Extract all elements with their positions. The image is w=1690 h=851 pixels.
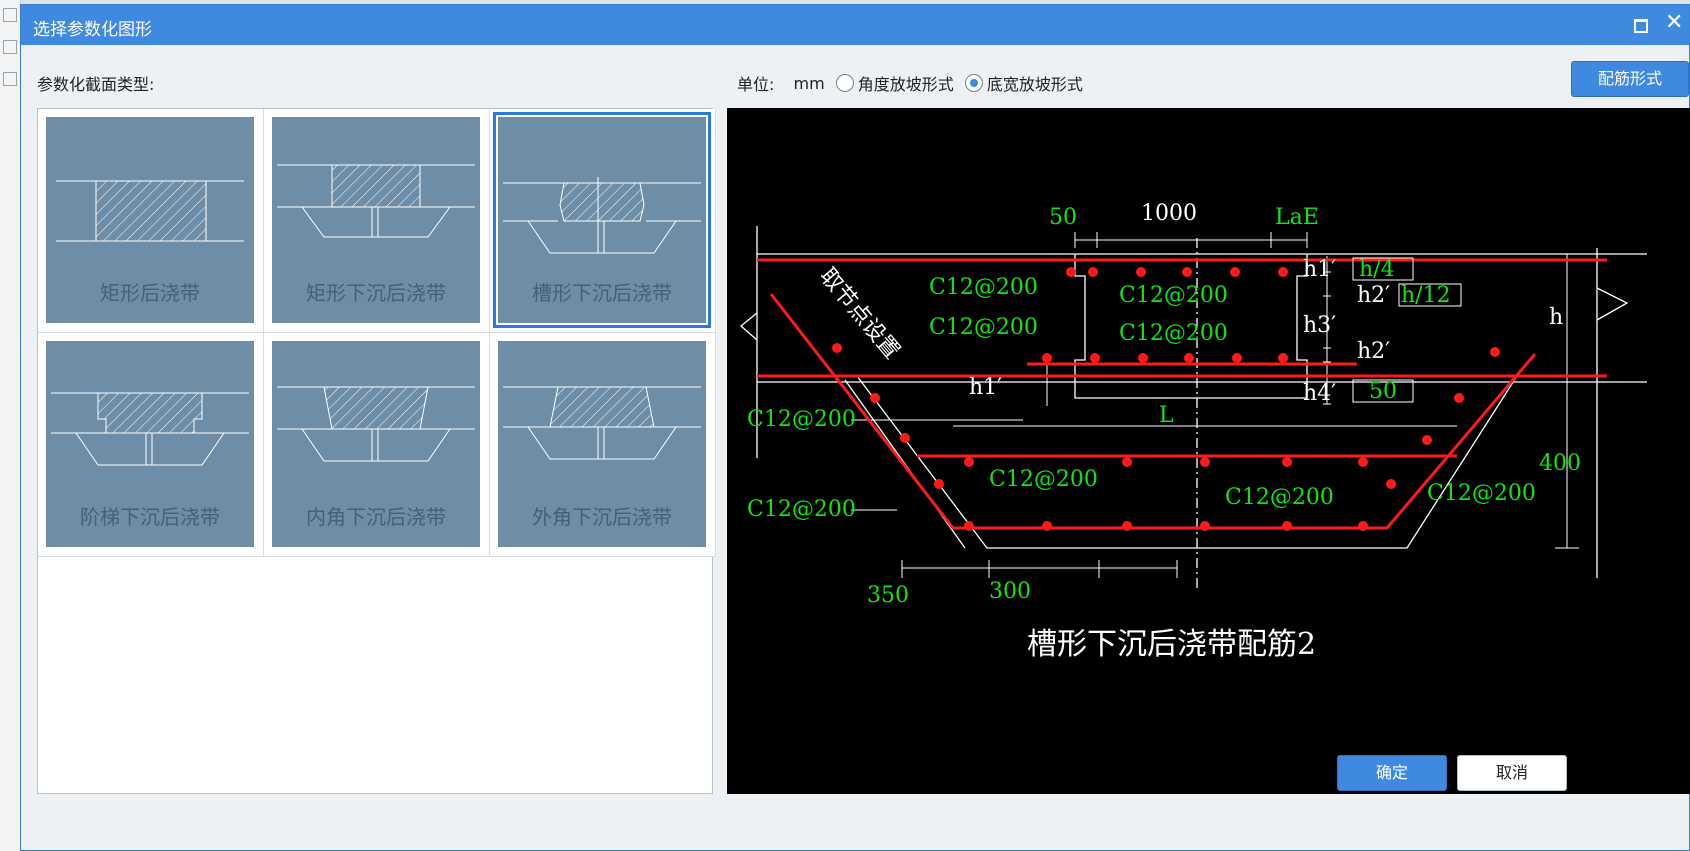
radio-angle-slope-label[interactable]: 角度放坡形式 [858,75,954,94]
unit-value: mm [793,73,825,93]
select-parametric-shape-dialog: 选择参数化图形 ✕ 参数化截面类型: 单位: mm 角度放坡形式 底宽放坡形式 … [20,4,1690,851]
dim-l: L [1159,403,1174,428]
shape-label: 阶梯下沉后浇带 [80,505,220,529]
shape-card-step-sunken[interactable]: 阶梯下沉后浇带 [38,333,264,557]
shape-thumbnail: 内角下沉后浇带 [272,341,480,547]
shape-label: 外角下沉后浇带 [532,505,672,529]
close-icon[interactable]: ✕ [1665,10,1683,35]
rebar-label-slope-right: C12@200 [1427,481,1536,506]
slope-note: 取节点设置 [814,264,904,364]
dim-50-right: 50 [1369,379,1397,404]
dim-h: h [1549,305,1563,330]
app-tool-icon[interactable] [3,40,17,54]
dim-300: 300 [989,579,1031,604]
shape-label: 内角下沉后浇带 [306,505,446,529]
shape-card-inner-corner-sunken[interactable]: 内角下沉后浇带 [264,333,490,557]
shape-label: 槽形下沉后浇带 [532,281,672,305]
dim-350: 350 [867,583,909,608]
dim-h2-prime: h2′ [1357,283,1390,308]
shape-type-grid: 矩形后浇带 矩形下沉后浇带 槽形下沉后浇带 阶梯下沉后浇带 内角下沉后浇带 外角… [37,108,716,794]
rebar-label-top-left: C12@200 [929,275,1038,300]
app-tool-icon[interactable] [3,72,17,86]
maximize-icon[interactable] [1631,15,1649,33]
rebar-label-bottom-left: C12@200 [747,497,856,522]
rebar-label-slope-left: C12@200 [747,407,856,432]
dim-top-1000: 1000 [1141,201,1197,226]
dim-h4-prime: h4′ [1303,381,1336,406]
dialog-title-bar[interactable]: 选择参数化图形 ✕ [21,5,1690,45]
rebar-label-mid-center: C12@200 [1119,321,1228,346]
rebar-label-mid-left: C12@200 [929,315,1038,340]
radio-width-slope-label[interactable]: 底宽放坡形式 [987,75,1083,94]
dim-h1-prime-left: h1′ [969,375,1002,400]
unit-label: 单位: [737,75,775,94]
preview-caption: 槽形下沉后浇带配筋2 [1027,627,1316,662]
app-tool-icon[interactable] [3,8,17,22]
unit-row: 单位: mm 角度放坡形式 底宽放坡形式 [737,71,1083,95]
dim-h-over-12: h/12 [1401,283,1451,308]
rebar-label-top-center: C12@200 [1119,283,1228,308]
shape-thumbnail: 矩形后浇带 [46,117,254,323]
shape-card-rect-sunken[interactable]: 矩形下沉后浇带 [264,109,490,333]
rebar-form-button[interactable]: 配筋形式 [1571,61,1689,97]
dialog-title: 选择参数化图形 [33,20,152,40]
shape-thumbnail: 外角下沉后浇带 [498,341,706,547]
section-preview-canvas: 50 1000 LaE h1′ h/4 h2′ h/12 h3′ h2′ h4′… [727,108,1690,794]
cancel-button[interactable]: 取消 [1457,755,1567,791]
shape-card-outer-corner-sunken[interactable]: 外角下沉后浇带 [490,333,716,557]
dim-h2-prime-lower: h2′ [1357,339,1390,364]
shape-card-trough-sunken[interactable]: 槽形下沉后浇带 [490,109,716,333]
dim-h3-prime: h3′ [1303,313,1336,338]
shape-card-rect[interactable]: 矩形后浇带 [38,109,264,333]
ok-button[interactable]: 确定 [1337,755,1447,791]
section-outline [739,226,1647,588]
shape-thumbnail: 矩形下沉后浇带 [272,117,480,323]
shape-label: 矩形后浇带 [100,281,200,305]
radio-width-slope[interactable] [964,74,983,92]
section-type-label: 参数化截面类型: [37,75,155,94]
app-left-toolbar [0,0,21,851]
dim-h1-prime: h1′ [1303,257,1336,282]
shape-thumbnail: 槽形下沉后浇带 [493,112,711,328]
dim-h-over-4: h/4 [1359,257,1395,282]
radio-angle-slope[interactable] [835,74,854,92]
section-preview-drawing: 50 1000 LaE h1′ h/4 h2′ h/12 h3′ h2′ h4′… [739,201,1647,662]
dim-top-50: 50 [1049,205,1077,230]
rebar-label-bottom-center: C12@200 [1225,485,1334,510]
dim-400: 400 [1539,451,1581,476]
dim-top-lae: LaE [1275,205,1319,230]
rebar-label-bottom-upper: C12@200 [989,467,1098,492]
shape-label: 矩形下沉后浇带 [306,281,446,305]
shape-thumbnail: 阶梯下沉后浇带 [46,341,254,547]
